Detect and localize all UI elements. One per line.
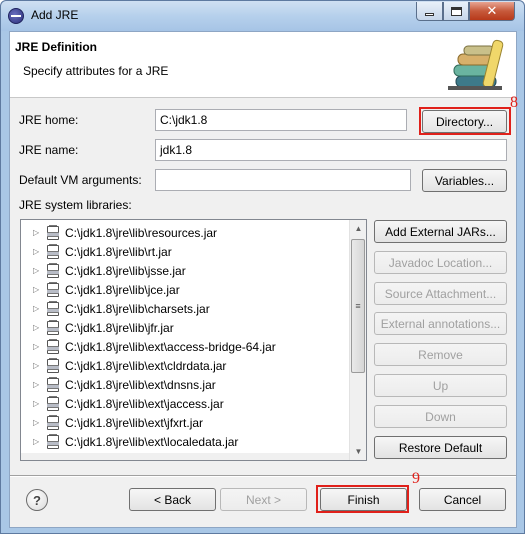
list-item[interactable]: ▷ C:\jdk1.8\jre\lib\ext\cldrdata.jar xyxy=(21,356,351,375)
jre-name-label: JRE name: xyxy=(19,143,79,157)
jar-icon xyxy=(45,281,61,298)
expand-arrow-icon[interactable]: ▷ xyxy=(33,266,41,275)
vm-arguments-label: Default VM arguments: xyxy=(19,173,142,187)
vm-arguments-input[interactable] xyxy=(155,169,411,191)
scrollbar-thumb[interactable]: ≡ xyxy=(351,239,365,373)
expand-arrow-icon[interactable]: ▷ xyxy=(33,342,41,351)
library-path: C:\jdk1.8\jre\lib\ext\access-bridge-64.j… xyxy=(65,339,276,354)
back-button[interactable]: < Back xyxy=(129,488,216,511)
scroll-up-arrow[interactable]: ▲ xyxy=(350,220,366,237)
jar-icon xyxy=(45,224,61,241)
library-path: C:\jdk1.8\jre\lib\jsse.jar xyxy=(65,263,186,278)
scroll-down-arrow[interactable]: ▼ xyxy=(350,443,366,460)
maximize-icon xyxy=(450,6,462,16)
list-item[interactable]: ▷ C:\jdk1.8\jre\lib\ext\jfxrt.jar xyxy=(21,413,351,432)
add-jre-dialog: Add JRE ✕ JRE Definition Specify attribu… xyxy=(0,0,525,534)
library-path: C:\jdk1.8\jre\lib\charsets.jar xyxy=(65,301,210,316)
jar-icon xyxy=(45,376,61,393)
expand-arrow-icon[interactable]: ▷ xyxy=(33,304,41,313)
library-path: C:\jdk1.8\jre\lib\jfr.jar xyxy=(65,320,174,335)
cancel-button[interactable]: Cancel xyxy=(419,488,506,511)
list-item[interactable]: ▷ C:\jdk1.8\jre\lib\ext\localedata.jar xyxy=(21,432,351,451)
restore-default-button[interactable]: Restore Default xyxy=(374,436,507,459)
list-item[interactable]: ▷ C:\jdk1.8\jre\lib\jfr.jar xyxy=(21,318,351,337)
list-item[interactable]: ▷ C:\jdk1.8\jre\lib\ext\access-bridge-64.… xyxy=(21,337,351,356)
expand-arrow-icon[interactable]: ▷ xyxy=(33,437,41,446)
minimize-icon xyxy=(425,12,434,16)
close-button[interactable]: ✕ xyxy=(469,2,515,21)
step-number-8: 8 xyxy=(510,94,518,111)
source-attachment-button[interactable]: Source Attachment... xyxy=(374,282,507,305)
javadoc-location-button[interactable]: Javadoc Location... xyxy=(374,251,507,274)
dialog-body: JRE Definition Specify attributes for a … xyxy=(9,31,518,528)
remove-button[interactable]: Remove xyxy=(374,343,507,366)
jre-home-label: JRE home: xyxy=(19,113,79,127)
finish-highlight xyxy=(316,485,409,513)
variables-button[interactable]: Variables... xyxy=(422,169,507,192)
jar-icon xyxy=(45,395,61,412)
jar-icon xyxy=(45,319,61,336)
jar-icon xyxy=(45,338,61,355)
expand-arrow-icon[interactable]: ▷ xyxy=(33,228,41,237)
jar-icon xyxy=(45,433,61,450)
list-item[interactable]: ▷ C:\jdk1.8\jre\lib\jce.jar xyxy=(21,280,351,299)
expand-arrow-icon[interactable]: ▷ xyxy=(33,285,41,294)
system-libraries-label: JRE system libraries: xyxy=(19,198,132,212)
jre-home-input[interactable]: C:\jdk1.8 xyxy=(155,109,407,131)
list-item[interactable]: ▷ C:\jdk1.8\jre\lib\ext\dnsns.jar xyxy=(21,375,351,394)
external-annotations-button[interactable]: External annotations... xyxy=(374,312,507,335)
system-libraries-list[interactable]: ▷ C:\jdk1.8\jre\lib\resources.jar ▷ C:\jdk1… xyxy=(20,219,367,461)
jar-icon xyxy=(45,300,61,317)
list-item[interactable]: ▷ C:\jdk1.8\jre\lib\resources.jar xyxy=(21,223,351,242)
expand-arrow-icon[interactable]: ▷ xyxy=(33,380,41,389)
wizard-header: JRE Definition Specify attributes for a … xyxy=(10,32,516,98)
jar-icon xyxy=(45,357,61,374)
jar-icon xyxy=(45,243,61,260)
library-path: C:\jdk1.8\jre\lib\ext\jfxrt.jar xyxy=(65,415,204,430)
jar-icon xyxy=(45,414,61,431)
down-button[interactable]: Down xyxy=(374,405,507,428)
list-item[interactable]: ▷ C:\jdk1.8\jre\lib\rt.jar xyxy=(21,242,351,261)
library-books-icon xyxy=(448,39,504,90)
library-path: C:\jdk1.8\jre\lib\rt.jar xyxy=(65,244,172,259)
library-path: C:\jdk1.8\jre\lib\ext\jaccess.jar xyxy=(65,396,224,411)
expand-arrow-icon[interactable]: ▷ xyxy=(33,399,41,408)
jar-icon xyxy=(45,262,61,279)
page-description: Specify attributes for a JRE xyxy=(23,64,169,78)
library-path: C:\jdk1.8\jre\lib\jce.jar xyxy=(65,282,180,297)
footer-separator xyxy=(10,475,516,477)
library-path: C:\jdk1.8\jre\lib\resources.jar xyxy=(65,225,218,240)
directory-highlight xyxy=(419,107,511,135)
library-path: C:\jdk1.8\jre\lib\ext\cldrdata.jar xyxy=(65,358,227,373)
list-item[interactable]: ▷ C:\jdk1.8\jre\lib\charsets.jar xyxy=(21,299,351,318)
library-path: C:\jdk1.8\jre\lib\ext\localedata.jar xyxy=(65,434,239,449)
next-button[interactable]: Next > xyxy=(220,488,307,511)
expand-arrow-icon[interactable]: ▷ xyxy=(33,361,41,370)
list-item[interactable]: ▷ C:\jdk1.8\jre\lib\jsse.jar xyxy=(21,261,351,280)
eclipse-icon xyxy=(8,8,24,24)
expand-arrow-icon[interactable]: ▷ xyxy=(33,418,41,427)
expand-arrow-icon[interactable]: ▷ xyxy=(33,247,41,256)
expand-arrow-icon[interactable]: ▷ xyxy=(33,323,41,332)
library-path: C:\jdk1.8\jre\lib\ext\dnsns.jar xyxy=(65,377,216,392)
minimize-button[interactable] xyxy=(416,2,443,21)
page-title: JRE Definition xyxy=(15,40,98,54)
up-button[interactable]: Up xyxy=(374,374,507,397)
list-item[interactable]: ▷ C:\jdk1.8\jre\lib\ext\jaccess.jar xyxy=(21,394,351,413)
add-external-jars-button[interactable]: Add External JARs... xyxy=(374,220,507,243)
jre-name-input[interactable]: jdk1.8 xyxy=(155,139,507,161)
help-icon[interactable]: ? xyxy=(26,489,48,511)
close-icon: ✕ xyxy=(486,3,498,18)
title-bar[interactable]: Add JRE ✕ xyxy=(1,1,524,31)
vertical-scrollbar[interactable]: ▲ ≡ ▼ xyxy=(349,220,366,460)
maximize-button[interactable] xyxy=(443,2,469,21)
window-title: Add JRE xyxy=(31,8,79,22)
step-number-9: 9 xyxy=(412,470,420,487)
horizontal-scrollbar[interactable] xyxy=(21,453,349,460)
